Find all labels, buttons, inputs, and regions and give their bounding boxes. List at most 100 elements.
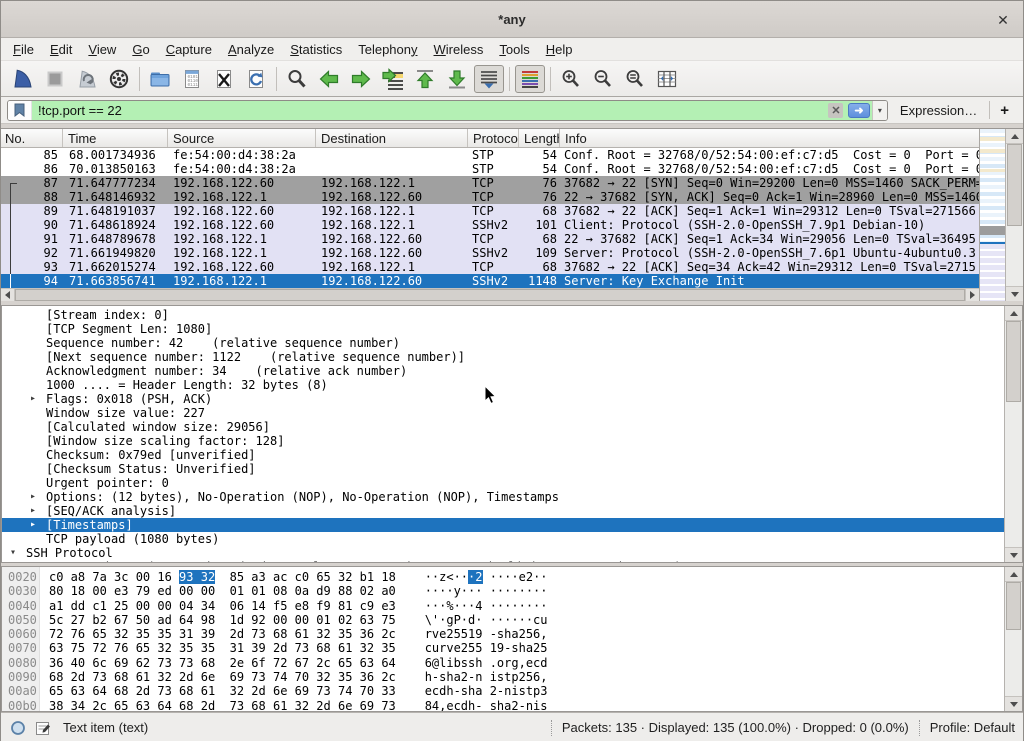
detail-tree-item[interactable]: [Calculated window size: 29056] bbox=[2, 420, 1004, 434]
hex-row[interactable]: 0090 68 2d 73 68 61 32 2d 6e 69 73 74 70… bbox=[2, 670, 1004, 684]
column-header[interactable]: Source bbox=[168, 129, 316, 147]
expander-icon[interactable]: ▸ bbox=[30, 504, 46, 518]
packet-row[interactable]: 85 68.001734936 fe:54:00:d4:38:2a STP 54… bbox=[1, 148, 979, 162]
profile-button[interactable]: Profile: Default bbox=[930, 720, 1023, 735]
hex-row[interactable]: 0040 a1 dd c1 25 00 00 04 34 06 14 f5 e8… bbox=[2, 599, 1004, 613]
packet-list-hscrollbar[interactable] bbox=[1, 288, 979, 301]
detail-tree-item[interactable]: ▸ [SEQ/ACK analysis] bbox=[2, 504, 1004, 518]
menu-item[interactable]: Statistics bbox=[282, 38, 350, 60]
detail-tree-item[interactable]: Window size value: 227 bbox=[2, 406, 1004, 420]
expander-icon[interactable] bbox=[30, 350, 46, 364]
menu-item[interactable]: Wireless bbox=[426, 38, 492, 60]
intelligent-scrollbar-minimap[interactable] bbox=[979, 129, 1005, 301]
find-packet-button[interactable] bbox=[282, 65, 312, 93]
menu-item[interactable]: Help bbox=[538, 38, 581, 60]
detail-tree-item[interactable]: [Checksum Status: Unverified] bbox=[2, 462, 1004, 476]
colorize-toggle[interactable] bbox=[515, 65, 545, 93]
scroll-down-button[interactable] bbox=[1005, 547, 1022, 562]
expander-icon[interactable] bbox=[30, 476, 46, 490]
zoom-reset-button[interactable] bbox=[620, 65, 650, 93]
expander-icon[interactable] bbox=[30, 532, 46, 546]
hex-row[interactable]: 0070 63 75 72 76 65 32 35 35 31 39 2d 73… bbox=[2, 641, 1004, 655]
menu-item[interactable]: Go bbox=[124, 38, 157, 60]
hex-vscrollbar[interactable] bbox=[1004, 567, 1022, 711]
expander-icon[interactable] bbox=[30, 462, 46, 476]
vscroll-thumb[interactable] bbox=[1006, 582, 1021, 630]
expander-icon[interactable] bbox=[30, 420, 46, 434]
go-to-packet-button[interactable] bbox=[378, 65, 408, 93]
menu-item[interactable]: Capture bbox=[158, 38, 220, 60]
capture-options-button[interactable] bbox=[104, 65, 134, 93]
expander-icon[interactable] bbox=[30, 378, 46, 392]
scroll-right-button[interactable] bbox=[965, 289, 979, 301]
go-back-button[interactable] bbox=[314, 65, 344, 93]
menu-item[interactable]: Tools bbox=[491, 38, 537, 60]
hscroll-thumb[interactable] bbox=[15, 289, 965, 301]
menu-item[interactable]: Edit bbox=[42, 38, 80, 60]
go-last-packet-button[interactable] bbox=[442, 65, 472, 93]
expander-icon[interactable] bbox=[30, 322, 46, 336]
column-header[interactable]: Destination bbox=[316, 129, 468, 147]
expression-button[interactable]: Expression… bbox=[900, 103, 977, 118]
detail-tree-item[interactable]: Urgent pointer: 0 bbox=[2, 476, 1004, 490]
scroll-up-button[interactable] bbox=[1005, 567, 1022, 582]
filter-dropdown-button[interactable]: ▾ bbox=[872, 101, 887, 120]
display-filter-input[interactable]: ✕ ➜ ▾ bbox=[7, 100, 888, 121]
filter-text-field[interactable] bbox=[32, 101, 826, 120]
close-file-button[interactable] bbox=[209, 65, 239, 93]
menu-item[interactable]: Telephony bbox=[350, 38, 425, 60]
save-file-button[interactable]: 010101100111 bbox=[177, 65, 207, 93]
expander-icon[interactable] bbox=[30, 406, 46, 420]
expander-icon[interactable]: ▸ bbox=[30, 392, 46, 406]
hex-row[interactable]: 00b0 38 34 2c 65 63 64 68 2d 73 68 61 32… bbox=[2, 699, 1004, 711]
detail-tree-item[interactable]: Checksum: 0x79ed [unverified] bbox=[2, 448, 1004, 462]
add-filter-button[interactable]: + bbox=[1000, 102, 1009, 119]
menu-item[interactable]: View bbox=[80, 38, 124, 60]
column-header[interactable]: No. bbox=[1, 129, 63, 147]
packet-row[interactable]: 94 71.663856741 192.168.122.1 192.168.12… bbox=[1, 274, 979, 288]
close-window-button[interactable]: ✕ bbox=[993, 10, 1013, 30]
auto-scroll-toggle[interactable] bbox=[474, 65, 504, 93]
open-file-button[interactable] bbox=[145, 65, 175, 93]
go-forward-button[interactable] bbox=[346, 65, 376, 93]
resize-columns-button[interactable] bbox=[652, 65, 682, 93]
packet-list-vscrollbar[interactable] bbox=[1005, 129, 1023, 301]
hex-row[interactable]: 00a0 65 63 64 68 2d 73 68 61 32 2d 6e 69… bbox=[2, 684, 1004, 698]
detail-tree-item[interactable]: ▸ SSH Version 2 (encryption:chacha20-pol… bbox=[2, 560, 1004, 562]
hex-row[interactable]: 0020 c0 a8 7a 3c 00 16 93 32 85 a3 ac c0… bbox=[2, 570, 1004, 584]
filter-clear-button[interactable]: ✕ bbox=[826, 101, 846, 120]
expander-icon[interactable] bbox=[30, 448, 46, 462]
details-vscrollbar[interactable] bbox=[1004, 306, 1022, 562]
expander-icon[interactable] bbox=[30, 434, 46, 448]
restart-capture-button[interactable] bbox=[72, 65, 102, 93]
detail-tree-item[interactable]: ▸ Options: (12 bytes), No-Operation (NOP… bbox=[2, 490, 1004, 504]
menu-item[interactable]: Analyze bbox=[220, 38, 282, 60]
packet-row[interactable]: 90 71.648618924 192.168.122.60 192.168.1… bbox=[1, 218, 979, 232]
packet-row[interactable]: 93 71.662015274 192.168.122.60 192.168.1… bbox=[1, 260, 979, 274]
scroll-down-button[interactable] bbox=[1005, 696, 1022, 711]
expert-info-button[interactable] bbox=[10, 720, 26, 736]
detail-tree-item[interactable]: [Stream index: 0] bbox=[2, 308, 1004, 322]
detail-tree-item[interactable]: [Window size scaling factor: 128] bbox=[2, 434, 1004, 448]
detail-tree-item[interactable]: ▸ [Timestamps] bbox=[2, 518, 1004, 532]
packet-row[interactable]: 86 70.013850163 fe:54:00:d4:38:2a STP 54… bbox=[1, 162, 979, 176]
detail-tree-item[interactable]: Acknowledgment number: 34 (relative ack … bbox=[2, 364, 1004, 378]
column-header[interactable]: Length bbox=[519, 129, 560, 147]
hex-row[interactable]: 0080 36 40 6c 69 62 73 73 68 2e 6f 72 67… bbox=[2, 656, 1004, 670]
zoom-in-button[interactable] bbox=[556, 65, 586, 93]
capture-comment-button[interactable] bbox=[35, 720, 51, 736]
menu-item[interactable]: File bbox=[5, 38, 42, 60]
expander-icon[interactable]: ▸ bbox=[30, 490, 46, 504]
column-header[interactable]: Protocol bbox=[468, 129, 519, 147]
packet-row[interactable]: 88 71.648146932 192.168.122.1 192.168.12… bbox=[1, 190, 979, 204]
detail-tree-item[interactable]: Sequence number: 42 (relative sequence n… bbox=[2, 336, 1004, 350]
detail-tree-item[interactable]: ▾ SSH Protocol bbox=[2, 546, 1004, 560]
start-capture-button[interactable] bbox=[8, 65, 38, 93]
detail-tree-item[interactable]: ▸ Flags: 0x018 (PSH, ACK) bbox=[2, 392, 1004, 406]
zoom-out-button[interactable] bbox=[588, 65, 618, 93]
scroll-down-button[interactable] bbox=[1006, 286, 1023, 301]
expander-icon[interactable]: ▾ bbox=[10, 546, 26, 560]
stop-capture-button[interactable] bbox=[40, 65, 70, 93]
scroll-up-button[interactable] bbox=[1006, 129, 1023, 144]
go-first-packet-button[interactable] bbox=[410, 65, 440, 93]
